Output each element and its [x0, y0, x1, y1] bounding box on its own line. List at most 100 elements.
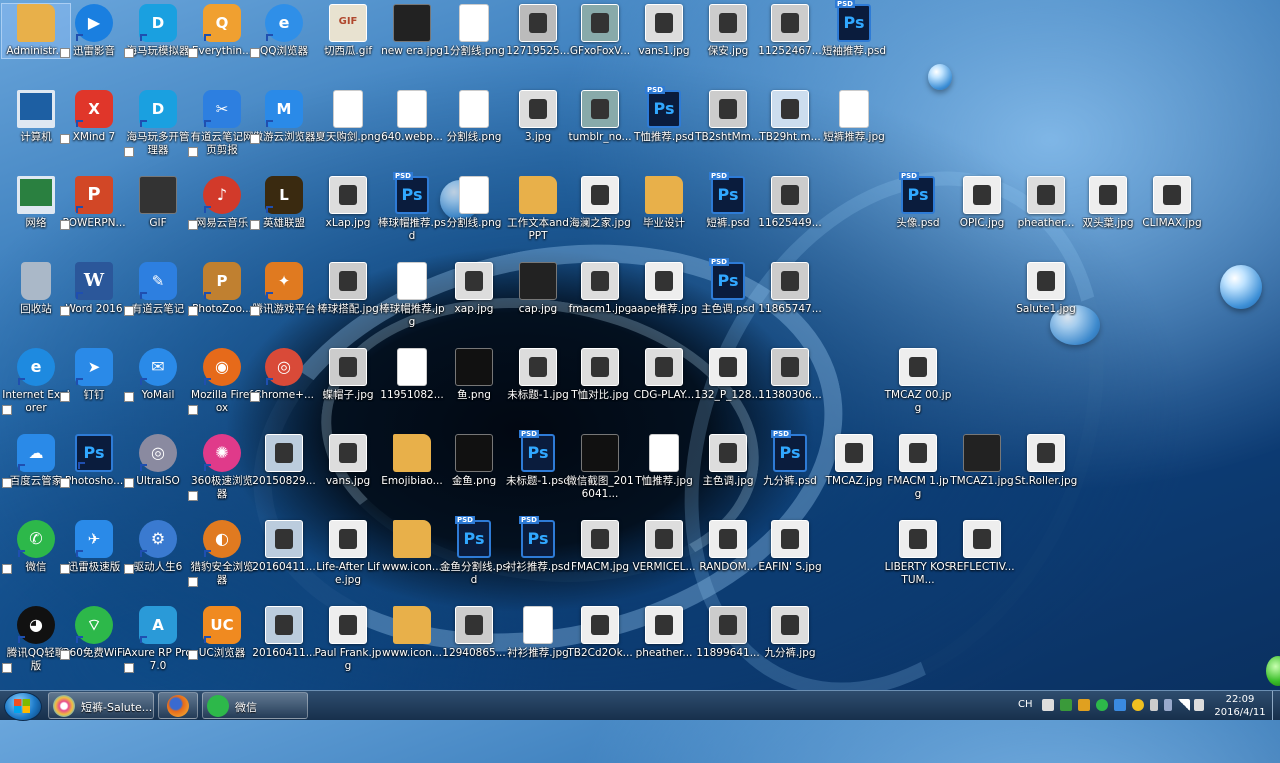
- desktop-icon[interactable]: Ps 金鱼分割线.psd: [440, 516, 508, 587]
- desktop-icon[interactable]: X XMind 7: [60, 90, 128, 144]
- desktop-icon[interactable]: 蝶帽子.jpg: [314, 348, 382, 402]
- desktop-icon[interactable]: D 海马玩模拟器: [124, 4, 192, 58]
- desktop-icon[interactable]: 11951082...: [378, 348, 446, 402]
- desktop-icon[interactable]: Ps T恤推荐.psd: [630, 86, 698, 144]
- desktop-icon[interactable]: ◎ UltraISO: [124, 434, 192, 488]
- desktop-icon[interactable]: 11625449...: [756, 176, 824, 230]
- desktop-icon[interactable]: CLIMAX.jpg: [1138, 176, 1206, 230]
- bluetooth-icon[interactable]: [1164, 699, 1172, 711]
- desktop-icon[interactable]: LIBERTY KOSTUM...: [884, 520, 952, 587]
- desktop-icon[interactable]: xLap.jpg: [314, 176, 382, 230]
- start-button[interactable]: [4, 692, 42, 721]
- desktop-icon[interactable]: ◎ Chrome+...: [250, 348, 318, 402]
- desktop-icon[interactable]: GFxoFoxV...: [566, 4, 634, 58]
- desktop-icon[interactable]: 工作文本andPPT: [504, 176, 572, 243]
- desktop-icon[interactable]: RANDOM...: [694, 520, 762, 574]
- tray-app-icon[interactable]: [1060, 699, 1072, 711]
- desktop-icon[interactable]: TMCAZ.jpg: [820, 434, 888, 488]
- desktop-icon[interactable]: ✉ YoMail: [124, 348, 192, 402]
- desktop-icon[interactable]: ✦ 腾讯游戏平台: [250, 262, 318, 316]
- desktop-icon[interactable]: 主色调.jpg: [694, 434, 762, 488]
- qq-tray-icon[interactable]: [1132, 699, 1144, 711]
- desktop-icon[interactable]: fmacm1.jpg: [566, 262, 634, 316]
- desktop-icon[interactable]: 11865747...: [756, 262, 824, 316]
- desktop-icon[interactable]: ✎ 有道云笔记: [124, 262, 192, 316]
- desktop-icon[interactable]: Ps 未标题-1.psd: [504, 430, 572, 488]
- desktop-icon[interactable]: pheather...: [630, 606, 698, 660]
- desktop-icon[interactable]: 双头葉.jpg: [1074, 176, 1142, 230]
- desktop-icon[interactable]: EAFIN' S.jpg: [756, 520, 824, 574]
- desktop-icon[interactable]: 12719525...: [504, 4, 572, 58]
- desktop-icon[interactable]: 微信截图_2016041...: [566, 434, 634, 501]
- desktop-icon[interactable]: 夏天购剑.png: [314, 90, 382, 144]
- desktop-icon[interactable]: TMCAZ1.jpg: [948, 434, 1016, 488]
- desktop-icon[interactable]: ✺ 360极速浏览器: [188, 434, 256, 501]
- desktop-icon[interactable]: 未标题-1.jpg: [504, 348, 572, 402]
- desktop-icon[interactable]: 11252467...: [756, 4, 824, 58]
- desktop-icon[interactable]: 九分裤.jpg: [756, 606, 824, 660]
- desktop-icon[interactable]: tumblr_no...: [566, 90, 634, 144]
- desktop-icon[interactable]: Life-After Life.jpg: [314, 520, 382, 587]
- desktop-icon[interactable]: vans1.jpg: [630, 4, 698, 58]
- desktop-icon[interactable]: 棒球帽推荐.jpg: [378, 262, 446, 329]
- desktop-icon[interactable]: TMCAZ 00.jpg: [884, 348, 952, 415]
- desktop-icon[interactable]: 海澜之家.jpg: [566, 176, 634, 230]
- desktop-icon[interactable]: 鱼.png: [440, 348, 508, 402]
- desktop-icon[interactable]: Ps 九分裤.psd: [756, 430, 824, 488]
- desktop-icon[interactable]: 1分割线.png: [440, 4, 508, 58]
- desktop-icon[interactable]: aape推荐.jpg: [630, 262, 698, 316]
- desktop-icon[interactable]: VERMICEL...: [630, 520, 698, 574]
- desktop-icon[interactable]: 11380306...: [756, 348, 824, 402]
- desktop-icon[interactable]: new era.jpg: [378, 4, 446, 58]
- desktop-icon[interactable]: Emojibiao...: [378, 434, 446, 488]
- desktop-icon[interactable]: ⚙ 驱动人生6: [124, 520, 192, 574]
- desktop-icon[interactable]: TB29ht.m...: [756, 90, 824, 144]
- desktop-icon[interactable]: L 英雄联盟: [250, 176, 318, 230]
- taskbar-item-photoshop-doc[interactable]: 短裤-Salute...: [48, 692, 154, 719]
- keyboard-icon[interactable]: [1042, 699, 1054, 711]
- desktop-icon[interactable]: vans.jpg: [314, 434, 382, 488]
- desktop-icon[interactable]: e QQ浏览器: [250, 4, 318, 58]
- desktop-icon[interactable]: ♪ 网易云音乐: [188, 176, 256, 230]
- desktop-icon[interactable]: CDG-PLAY...: [630, 348, 698, 402]
- desktop-icon[interactable]: Ps Photosho...: [60, 434, 128, 488]
- desktop-icon[interactable]: Salute1.jpg: [1012, 262, 1080, 316]
- desktop-icon[interactable]: 20160411...: [250, 606, 318, 660]
- desktop-icon[interactable]: W Word 2016: [60, 262, 128, 316]
- taskbar-item-firefox[interactable]: [158, 692, 198, 719]
- desktop-icon[interactable]: Ps 短袖推荐.psd: [820, 0, 888, 58]
- desktop-icon[interactable]: 132_P_128...: [694, 348, 762, 402]
- desktop-icon[interactable]: 保安.jpg: [694, 4, 762, 58]
- desktop-icon[interactable]: 分割线.png: [440, 176, 508, 230]
- desktop-icon[interactable]: Ps 短裤.psd: [694, 172, 762, 230]
- desktop-icon[interactable]: FMACM.jpg: [566, 520, 634, 574]
- desktop-icon[interactable]: 短裤推荐.jpg: [820, 90, 888, 144]
- clock[interactable]: 22:09 2016/4/11: [1210, 693, 1270, 719]
- desktop-icon[interactable]: 分割线.png: [440, 90, 508, 144]
- volume-icon[interactable]: [1194, 699, 1204, 711]
- desktop-icon[interactable]: P POWERPN...: [60, 176, 128, 230]
- desktop-icon[interactable]: T恤推荐.jpg: [630, 434, 698, 488]
- desktop-icon[interactable]: P PhotoZoo...: [188, 262, 256, 316]
- input-language-indicator[interactable]: CH: [1018, 699, 1033, 710]
- desktop-icon[interactable]: pheather...: [1012, 176, 1080, 230]
- desktop-icon[interactable]: M 傲游云浏览器: [250, 90, 318, 144]
- show-desktop-button[interactable]: [1272, 691, 1280, 720]
- desktop-icon[interactable]: 11899641...: [694, 606, 762, 660]
- desktop-icon[interactable]: St.Roller.jpg: [1012, 434, 1080, 488]
- desktop-icon[interactable]: A Axure RP Pro 7.0: [124, 606, 192, 673]
- desktop-icon[interactable]: xap.jpg: [440, 262, 508, 316]
- desktop-icon[interactable]: Ps 头像.psd: [884, 172, 952, 230]
- desktop-icon[interactable]: 640.webp...: [378, 90, 446, 144]
- desktop-icon[interactable]: www.icon...: [378, 520, 446, 574]
- desktop-icon[interactable]: GIF: [124, 176, 192, 230]
- desktop-icon[interactable]: ✈ 迅雷极速版: [60, 520, 128, 574]
- desktop-icon[interactable]: UC UC浏览器: [188, 606, 256, 660]
- desktop-icon[interactable]: Paul Frank.jpg: [314, 606, 382, 673]
- desktop-icon[interactable]: Ps 衬衫推荐.psd: [504, 516, 572, 574]
- desktop-icon[interactable]: cap.jpg: [504, 262, 572, 316]
- flag-icon[interactable]: [1150, 699, 1158, 711]
- desktop-icon[interactable]: T恤对比.jpg: [566, 348, 634, 402]
- tray-app-icon[interactable]: [1114, 699, 1126, 711]
- desktop-icon[interactable]: ▶ 迅雷影音: [60, 4, 128, 58]
